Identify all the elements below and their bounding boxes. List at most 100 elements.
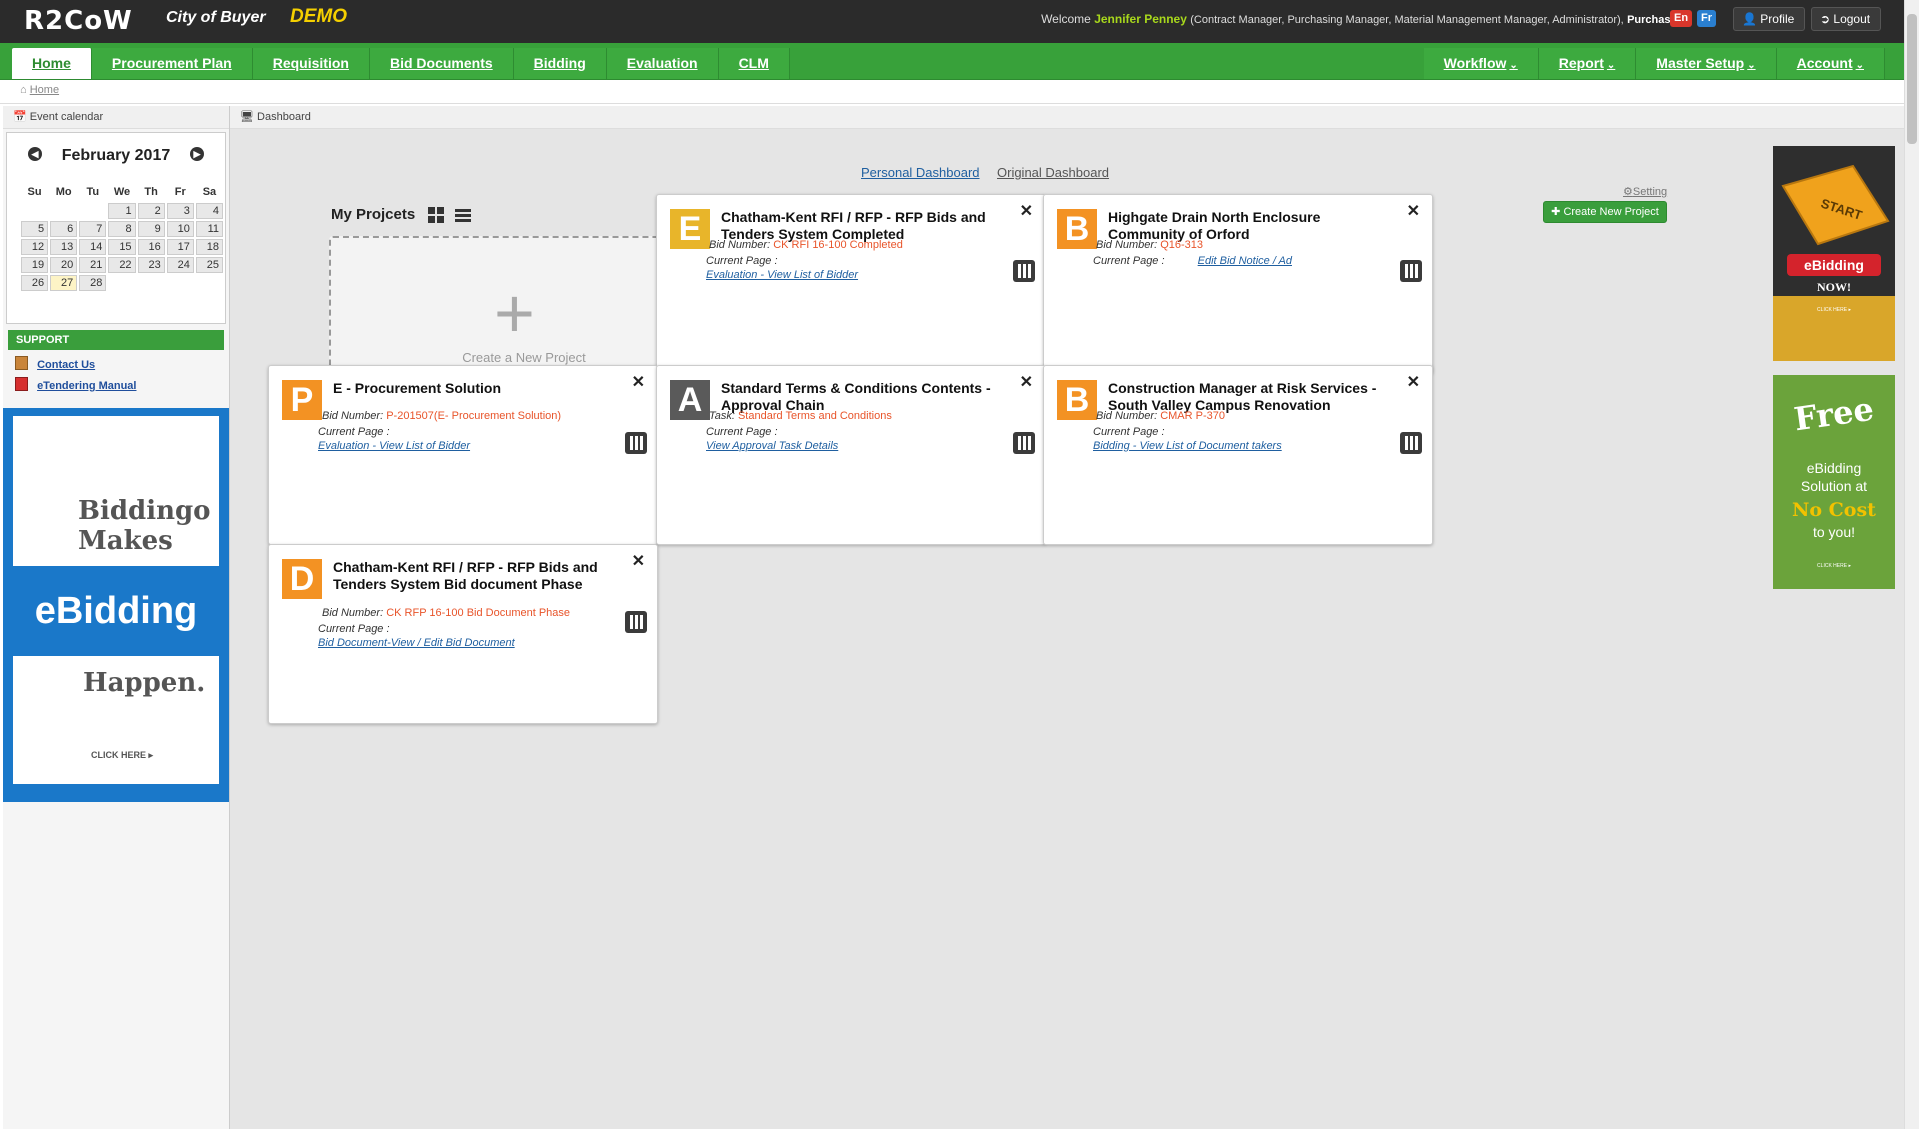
current-page-link[interactable]: Evaluation - View List of Bidder [706,269,858,281]
columns-icon[interactable] [1400,432,1422,454]
nav-bid-documents[interactable]: Bid Documents [369,48,514,79]
project-title[interactable]: Chatham-Kent RFI / RFP - RFP Bids and Te… [333,559,623,593]
setting-link[interactable]: ⚙Setting [1623,185,1667,198]
contact-us-link[interactable]: Contact Us [37,359,95,371]
grid-view-icon[interactable] [427,206,445,224]
app-logo[interactable]: R2CoW [24,6,133,36]
create-new-project-button[interactable]: ✚ Create New Project [1543,201,1667,223]
breadcrumb-home-link[interactable]: Home [30,84,59,96]
prev-month-icon[interactable]: ◀ [28,147,42,161]
current-page-link[interactable]: Edit Bid Notice / Ad [1198,255,1292,267]
project-title[interactable]: Chatham-Kent RFI / RFP - RFP Bids and Te… [721,209,1011,243]
free-ebidding-ad[interactable]: Free eBidding Solution at No Cost to you… [1773,375,1895,589]
columns-icon[interactable] [1013,260,1035,282]
nav-master-setup[interactable]: Master Setup ⌄ [1636,48,1777,79]
calendar-day[interactable]: 4 [195,203,223,219]
calendar-day[interactable]: 17 [166,239,194,255]
page-scrollbar[interactable] [1904,0,1919,1129]
etendering-manual-link[interactable]: eTendering Manual [37,380,136,392]
columns-icon[interactable] [1400,260,1422,282]
project-title[interactable]: Standard Terms & Conditions Contents -Ap… [721,380,1011,414]
tab-original-dashboard[interactable]: Original Dashboard [997,165,1109,180]
calendar-day[interactable]: 7 [79,221,107,237]
project-title[interactable]: E - Procurement Solution [333,380,623,397]
calendar-day[interactable]: 26 [21,275,49,291]
calendar-day[interactable]: 9 [137,221,165,237]
close-icon[interactable]: ✕ [1407,372,1420,392]
main-header: 🖥 Dashboard [230,106,1905,129]
calendar-day[interactable]: 24 [166,257,194,273]
columns-icon[interactable] [1013,432,1035,454]
next-month-icon[interactable]: ▶ [190,147,204,161]
calendar-day[interactable]: 13 [50,239,78,255]
calendar-day[interactable]: 3 [166,203,194,219]
calendar-day[interactable]: 2 [137,203,165,219]
calendar-day[interactable]: 5 [21,221,49,237]
nav-procurement-plan[interactable]: Procurement Plan [91,48,253,79]
bid-number-label: Bid Number: [322,410,384,422]
current-page-link[interactable]: Evaluation - View List of Bidder [318,440,470,452]
calendar-day[interactable]: 22 [108,257,136,273]
close-icon[interactable]: ✕ [1407,201,1420,221]
calendar-day[interactable]: 20 [50,257,78,273]
ad-line-2: Makes [78,526,173,556]
calendar-day[interactable]: 1 [108,203,136,219]
biddingo-ad[interactable]: Biddingo Makes eBidding Happen. CLICK HE… [3,408,229,802]
close-icon[interactable]: ✕ [1020,201,1033,221]
bid-number-label: Bid Number: [1096,239,1158,251]
project-card[interactable]: B Highgate Drain North Enclosure Communit… [1043,194,1433,374]
breadcrumb: ⌂ Home [20,84,59,96]
project-card[interactable]: A Standard Terms & Conditions Contents -A… [656,365,1046,545]
lang-en-button[interactable]: En [1670,10,1693,27]
calendar-day[interactable]: 23 [137,257,165,273]
scrollbar-thumb[interactable] [1907,14,1917,144]
project-card[interactable]: E Chatham-Kent RFI / RFP - RFP Bids and T… [656,194,1046,374]
close-icon[interactable]: ✕ [632,372,645,392]
nav-clm[interactable]: CLM [718,48,790,79]
profile-button[interactable]: 👤 Profile [1733,7,1806,31]
nav-home[interactable]: Home [12,48,92,79]
calendar-day[interactable]: 6 [50,221,78,237]
current-page-link[interactable]: Bid Document-View / Edit Bid Document [318,637,515,649]
nav-report[interactable]: Report ⌄ [1538,48,1637,79]
nav-bidding[interactable]: Bidding [513,48,607,79]
calendar-day[interactable]: 28 [79,275,107,291]
chevron-down-icon: ⌄ [1855,60,1864,71]
project-card[interactable]: P E - Procurement Solution ✕ Bid Number: P-… [268,365,658,545]
project-letter-badge: B [1057,209,1097,249]
lang-fr-button[interactable]: Fr [1697,10,1716,27]
calendar-day[interactable]: 16 [137,239,165,255]
calendar-day[interactable]: 19 [21,257,49,273]
project-card[interactable]: D Chatham-Kent RFI / RFP - RFP Bids and T… [268,544,658,724]
calendar-day[interactable]: 8 [108,221,136,237]
ad-cta[interactable]: CLICK HERE ▸ [91,750,153,761]
start-ebidding-ad[interactable]: START eBidding NOW! CLICK HERE ▸ [1773,146,1895,361]
nav-evaluation[interactable]: Evaluation [606,48,719,79]
logout-button[interactable]: ➲ Logout [1811,7,1882,31]
columns-icon[interactable] [625,432,647,454]
calendar-day[interactable]: 15 [108,239,136,255]
ad-line-3: No Cost [1792,499,1876,521]
project-title[interactable]: Highgate Drain North Enclosure Community… [1108,209,1398,243]
calendar-day[interactable]: 14 [79,239,107,255]
columns-icon[interactable] [625,611,647,633]
calendar-day[interactable]: 18 [195,239,223,255]
project-card[interactable]: B Construction Manager at Risk Services -… [1043,365,1433,545]
current-page-link[interactable]: View Approval Task Details [706,440,838,452]
close-icon[interactable]: ✕ [632,551,645,571]
nav-requisition[interactable]: Requisition [252,48,370,79]
calendar-day[interactable]: 25 [195,257,223,273]
tab-personal-dashboard[interactable]: Personal Dashboard [861,165,980,180]
close-icon[interactable]: ✕ [1020,372,1033,392]
current-page-link[interactable]: Bidding - View List of Document takers [1093,440,1282,452]
list-view-icon[interactable] [454,206,472,224]
calendar-day[interactable]: 12 [21,239,49,255]
calendar-day[interactable]: 27 [50,275,78,291]
calendar-empty-cell [138,275,165,291]
calendar-day[interactable]: 10 [166,221,194,237]
calendar-day[interactable]: 11 [195,221,223,237]
calendar-day[interactable]: 21 [79,257,107,273]
nav-workflow[interactable]: Workflow ⌄ [1423,48,1539,79]
project-title[interactable]: Construction Manager at Risk Services - … [1108,380,1398,414]
nav-account[interactable]: Account ⌄ [1776,48,1885,79]
